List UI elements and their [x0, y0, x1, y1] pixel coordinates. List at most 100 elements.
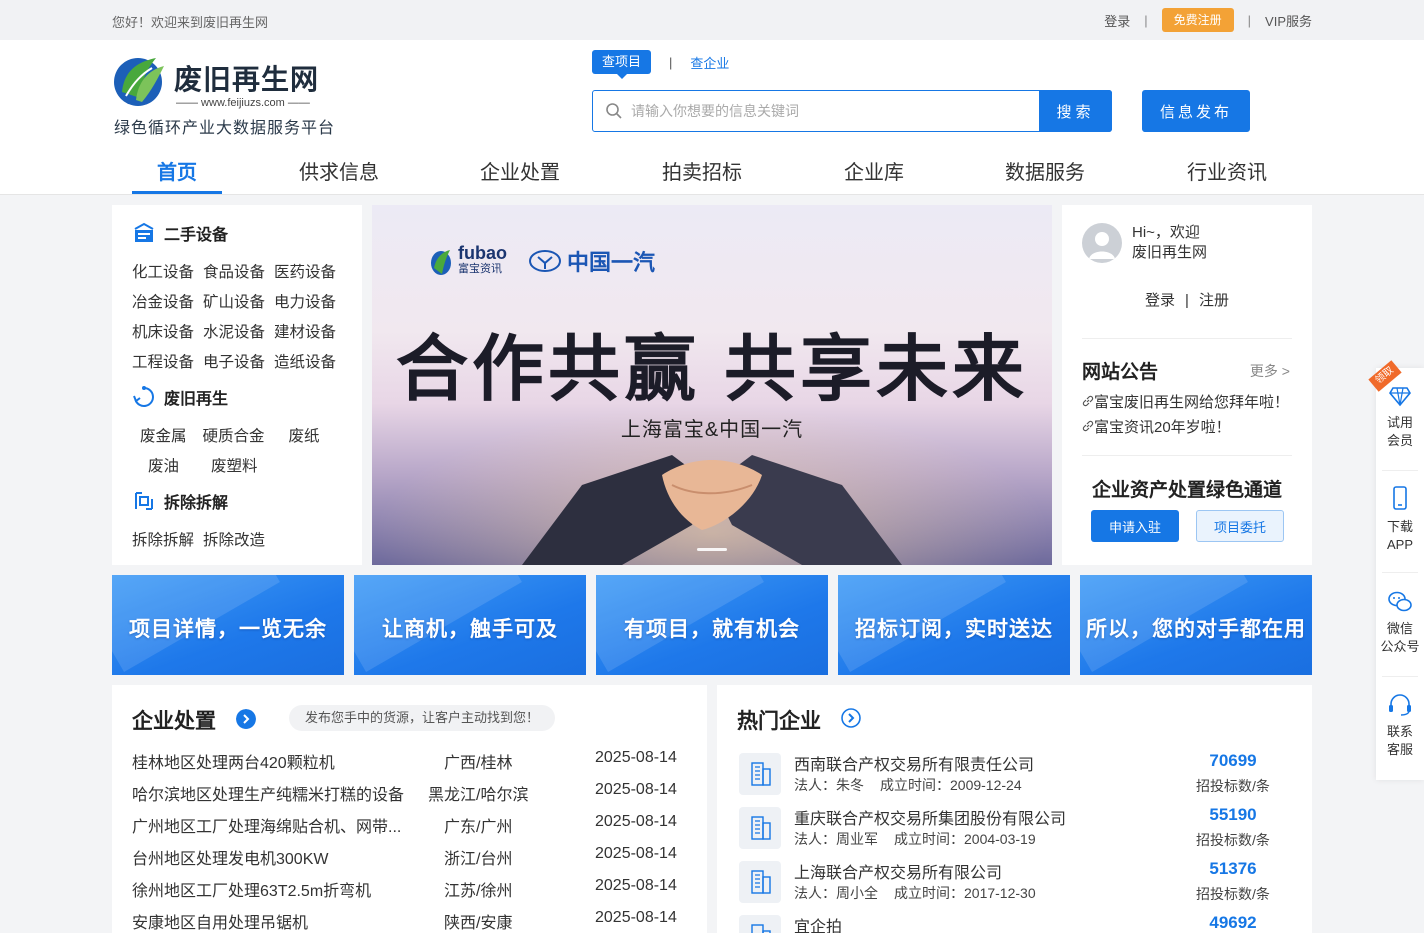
- nav-industry-news[interactable]: 行业资讯: [1187, 156, 1267, 185]
- category-link[interactable]: 冶金设备: [132, 294, 194, 311]
- vip-service-link[interactable]: VIP服务: [1265, 11, 1312, 30]
- notice-more-link[interactable]: 更多 >: [1250, 361, 1290, 381]
- building-icon: [739, 753, 781, 795]
- download-app-button[interactable]: 下载 APP: [1376, 486, 1424, 554]
- category-used-equipment[interactable]: 二手设备: [132, 221, 228, 245]
- tab-search-company[interactable]: 查企业: [690, 53, 729, 72]
- category-link[interactable]: 硬质合金: [203, 428, 265, 445]
- promo-tile[interactable]: 有项目，就有机会: [596, 575, 828, 675]
- table-row[interactable]: 哈尔滨地区处理生产纯糯米打糕的设备 黑龙江/哈尔滨 2025-08-14: [132, 781, 687, 813]
- search-button[interactable]: 搜索: [1039, 90, 1112, 132]
- search-input[interactable]: [631, 91, 1031, 131]
- promo-tile[interactable]: 招标订阅，实时送达: [838, 575, 1070, 675]
- hero-banner[interactable]: fubao 富宝资讯 中国一汽 合作共赢 共享未来 上海富宝&中国一汽: [372, 205, 1052, 565]
- promo-tile[interactable]: 项目详情，一览无余: [112, 575, 344, 675]
- publish-info-button[interactable]: 信息发布: [1142, 90, 1250, 132]
- nav-data-service[interactable]: 数据服务: [1005, 156, 1085, 185]
- notice-item[interactable]: 富宝资讯20年岁啦！: [1082, 416, 1292, 437]
- category-recycle[interactable]: 废旧再生: [132, 385, 228, 409]
- list-item[interactable]: 西南联合产权交易所有限责任公司 法人：朱冬 成立时间：2009-12-24 706…: [737, 751, 1292, 803]
- arrow-right-circle-icon[interactable]: [841, 708, 861, 728]
- banner-subtitle: 上海富宝&中国一汽: [620, 419, 804, 441]
- faw-logo-icon: [529, 250, 561, 272]
- nav-auction-bidding[interactable]: 拍卖招标: [662, 156, 742, 185]
- avatar: [1082, 223, 1122, 263]
- nav-enterprise-library[interactable]: 企业库: [844, 156, 904, 185]
- free-register-button[interactable]: 免费注册: [1161, 8, 1234, 32]
- site-logo[interactable]: 废旧再生网 —— www.feijiuzs.com —— 绿色循环产业大数据服务…: [112, 52, 342, 142]
- category-demolition[interactable]: 拆除拆解: [132, 489, 228, 513]
- nav-supply-demand[interactable]: 供求信息: [299, 156, 379, 185]
- user-auth-links: 登录 | 注册: [1145, 292, 1229, 309]
- list-item[interactable]: 重庆联合产权交易所集团股份有限公司 法人：周业军 成立时间：2004-03-19 …: [737, 805, 1292, 857]
- category-link[interactable]: 废塑料: [211, 458, 258, 475]
- list-item[interactable]: 上海联合产权交易所有限公司 法人：周小全 成立时间：2017-12-30 5137…: [737, 859, 1292, 911]
- top-login-link[interactable]: 登录: [1104, 11, 1130, 30]
- category-row: 化工设备 食品设备 医药设备: [132, 260, 345, 282]
- promo-tile[interactable]: 所以，您的对手都在用: [1080, 575, 1312, 675]
- fubao-brand: fubao 富宝资讯: [458, 243, 507, 275]
- trial-member-button[interactable]: 试用 会员: [1376, 384, 1424, 450]
- link-icon: [1082, 395, 1094, 407]
- arrow-right-circle-icon[interactable]: [236, 709, 256, 729]
- green-channel-title: 企业资产处置绿色通道: [1091, 480, 1282, 501]
- welcome-message: Hi~，欢迎 废旧再生网: [1132, 224, 1208, 261]
- table-row[interactable]: 广州地区工厂处理海绵贴合机、网带... 广东/广州 2025-08-14: [132, 813, 687, 845]
- building-icon: [739, 807, 781, 849]
- carousel-indicator[interactable]: [697, 548, 727, 551]
- category-link[interactable]: 水泥设备: [203, 324, 265, 341]
- site-name: 废旧再生网: [174, 64, 320, 95]
- category-link[interactable]: 医药设备: [274, 264, 336, 281]
- promo-tile[interactable]: 让商机，触手可及: [354, 575, 586, 675]
- banner-logos: fubao 富宝资讯 中国一汽: [430, 243, 655, 277]
- login-link[interactable]: 登录: [1145, 292, 1175, 309]
- diamond-icon: [1389, 387, 1411, 407]
- category-link[interactable]: 电子设备: [203, 354, 265, 371]
- recycle-icon: [133, 386, 154, 407]
- register-link[interactable]: 注册: [1199, 292, 1229, 309]
- mobile-phone-icon: [1393, 486, 1407, 510]
- section-title: 热门企业: [737, 710, 821, 733]
- category-link[interactable]: 废金属: [140, 428, 187, 445]
- search-type-tabs: 查项目 | 查企业: [592, 50, 729, 79]
- top-bar: 您好！欢迎来到废旧再生网 登录 | 免费注册 | VIP服务: [0, 0, 1424, 40]
- project-entrust-button[interactable]: 项目委托: [1196, 510, 1284, 542]
- category-link[interactable]: 造纸设备: [274, 354, 336, 371]
- category-link[interactable]: 机床设备: [132, 324, 194, 341]
- table-row[interactable]: 台州地区处理发电机300KW 浙江/台州 2025-08-14: [132, 845, 687, 877]
- publish-tip[interactable]: 发布您手中的货源，让客户主动找到您！: [289, 705, 556, 731]
- tab-search-project[interactable]: 查项目: [592, 50, 652, 79]
- handshake-illustration: [522, 455, 902, 565]
- category-row: 废油 废塑料: [148, 454, 267, 476]
- nav-home[interactable]: 首页: [157, 156, 197, 185]
- user-panel: Hi~，欢迎 废旧再生网 登录 | 注册 网站公告 更多 > 富宝废旧再生网给您拜年…: [1062, 205, 1312, 565]
- apply-join-button[interactable]: 申请入驻: [1091, 510, 1179, 542]
- category-link[interactable]: 矿山设备: [203, 294, 265, 311]
- search-icon: [606, 103, 622, 119]
- category-link[interactable]: 食品设备: [203, 264, 265, 281]
- nav-enterprise-disposal[interactable]: 企业处置: [480, 156, 560, 185]
- notice-item[interactable]: 富宝废旧再生网给您拜年啦！: [1082, 391, 1292, 412]
- wechat-official-button[interactable]: 微信 公众号: [1376, 590, 1424, 656]
- section-title: 企业处置: [132, 710, 216, 733]
- category-link[interactable]: 废纸: [289, 428, 320, 445]
- category-link[interactable]: 化工设备: [132, 264, 194, 281]
- contact-service-button[interactable]: 联系 客服: [1376, 693, 1424, 759]
- leaf-logo-icon: [114, 58, 164, 106]
- category-link[interactable]: 拆除拆解: [132, 532, 194, 549]
- headset-icon: [1389, 694, 1411, 716]
- category-link[interactable]: 建材设备: [274, 324, 336, 341]
- category-row: 冶金设备 矿山设备 电力设备: [132, 290, 345, 312]
- user-avatar-icon: [1089, 232, 1115, 259]
- fubao-logo-icon: [431, 250, 451, 275]
- category-link[interactable]: 工程设备: [132, 354, 194, 371]
- table-row[interactable]: 桂林地区处理两台420颗粒机 广西/桂林 2025-08-14: [132, 749, 687, 781]
- divider: [1082, 338, 1292, 339]
- table-row[interactable]: 安康地区自用处理吊锯机 陕西/安康 2025-08-14: [132, 909, 687, 933]
- category-link[interactable]: 电力设备: [274, 294, 336, 311]
- list-item[interactable]: 宜企拍 49692: [737, 913, 1292, 933]
- category-link[interactable]: 废油: [148, 458, 179, 475]
- table-row[interactable]: 徐州地区工厂处理63T2.5m折弯机 江苏/徐州 2025-08-14: [132, 877, 687, 909]
- category-link[interactable]: 拆除改造: [203, 532, 265, 549]
- category-panel: 二手设备 化工设备 食品设备 医药设备 冶金设备 矿山设备 电力设备 机床设备 水泥设备建…: [112, 205, 362, 565]
